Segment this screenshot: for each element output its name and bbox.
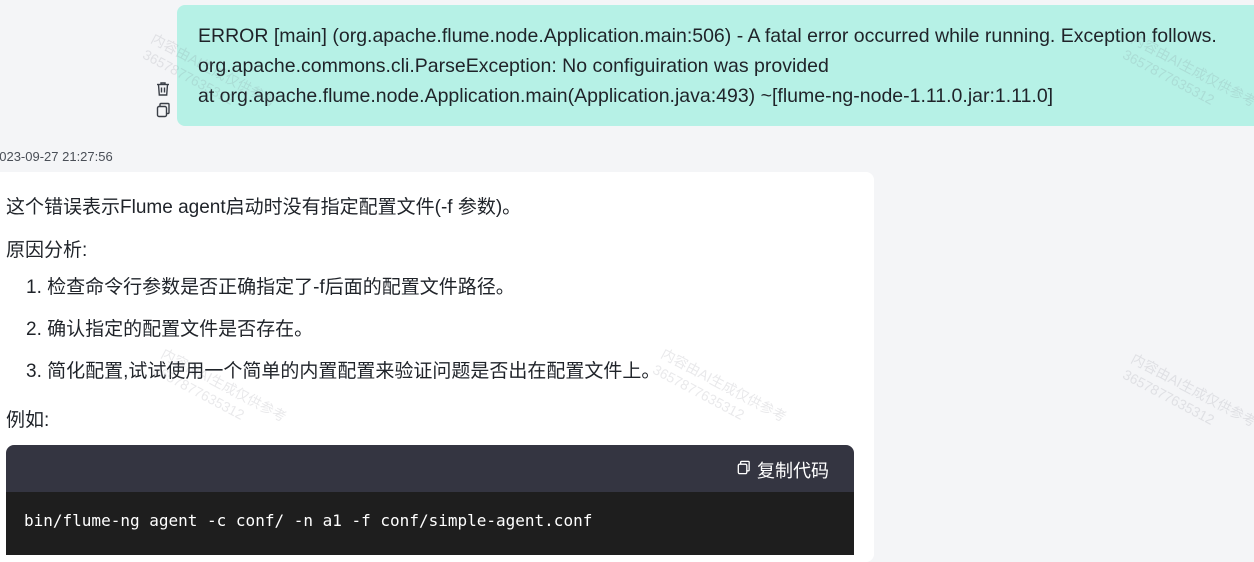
code-block: 复制代码 bin/flume-ng agent -c conf/ -n a1 -…	[6, 445, 854, 555]
watermark: 内容由AI生成仅供参考 3657877635312	[1120, 349, 1254, 446]
watermark-line: 3657877635312	[1120, 366, 1218, 428]
list-item: 1. 检查命令行参数是否正确指定了-f后面的配置文件路径。	[26, 277, 515, 298]
watermark-line: 内容由AI生成仅供参考	[1128, 350, 1254, 430]
reply-example-heading: 例如:	[6, 410, 50, 431]
message-timestamp: 2023-09-27 21:27:56	[0, 149, 113, 164]
message-actions	[154, 80, 174, 122]
user-message-line: org.apache.commons.cli.ParseException: N…	[198, 55, 829, 77]
list-item: 2. 确认指定的配置文件是否存在。	[26, 319, 314, 340]
reply-intro: 这个错误表示Flume agent启动时没有指定配置文件(-f 参数)。	[6, 197, 522, 218]
user-message-line: ERROR [main] (org.apache.flume.node.Appl…	[198, 25, 1217, 47]
copy-code-label: 复制代码	[757, 461, 829, 481]
copy-code-button[interactable]: 复制代码	[735, 457, 829, 483]
reply-steps-list: 1. 检查命令行参数是否正确指定了-f后面的配置文件路径。 2. 确认指定的配置…	[26, 277, 660, 403]
list-item: 3. 简化配置,试试使用一个简单的内置配置来验证问题是否出在配置文件上。	[26, 361, 661, 382]
user-message-line: at org.apache.flume.node.Application.mai…	[198, 85, 1054, 107]
code-content: bin/flume-ng agent -c conf/ -n a1 -f con…	[6, 492, 854, 555]
code-block-header: 复制代码	[6, 445, 854, 492]
trash-icon[interactable]	[154, 80, 172, 98]
user-message-bubble: ERROR [main] (org.apache.flume.node.Appl…	[177, 5, 1254, 126]
reply-analysis-heading: 原因分析:	[6, 240, 88, 261]
copy-icon[interactable]	[154, 101, 172, 119]
copy-icon	[735, 459, 752, 481]
